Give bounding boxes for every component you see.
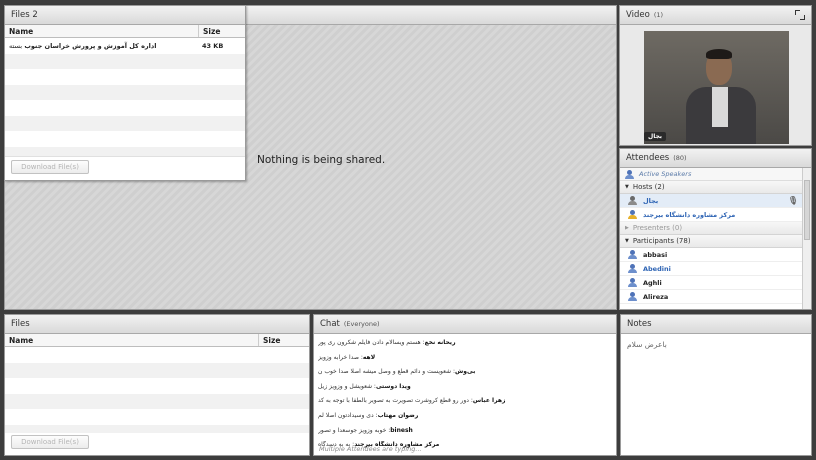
- video-count: (1): [653, 11, 664, 19]
- microphone-icon: 🎙: [787, 196, 798, 205]
- attendee-participant[interactable]: Alireza: [620, 290, 802, 304]
- participant-user-icon: [628, 250, 637, 259]
- video-speaker-label: بجال: [644, 132, 667, 141]
- download-files-button[interactable]: Download File(s): [11, 160, 89, 174]
- participant-user-icon: [628, 264, 637, 273]
- chat-messages: ریحانه نخع: هستم ویسالام دادن فایلم شکرو…: [314, 334, 616, 455]
- share-status-message: Nothing is being shared.: [257, 154, 386, 166]
- download-files-button[interactable]: Download File(s): [11, 435, 89, 449]
- hosts-group[interactable]: ▼ Hosts (2): [620, 181, 802, 194]
- files2-col-size[interactable]: Size: [199, 25, 245, 37]
- chat-message: binesh: خوبه وزویز جوسعدا و تصور: [318, 426, 413, 434]
- table-row: [5, 69, 245, 85]
- files2-table-header: Name Size: [5, 25, 245, 38]
- attendee-host-2[interactable]: مرکز مشاوره دانشگاه بیرجند: [620, 208, 802, 222]
- files2-pod: Files 2 Name Size اداره کل آموزش و پرورش…: [4, 5, 246, 181]
- notes-content[interactable]: باعرض سلام: [627, 340, 805, 349]
- video-pod-title: Video: [626, 10, 650, 20]
- attendee-participant[interactable]: abbasi: [620, 248, 802, 262]
- attendees-list: Active Speakers ▼ Hosts (2) بجال 🎙 مرکز …: [620, 168, 802, 309]
- video-pod-header: Video (1): [620, 6, 811, 25]
- table-row: [5, 84, 245, 100]
- attendee-host-1[interactable]: بجال 🎙: [620, 194, 802, 208]
- files-table-body: [5, 347, 309, 440]
- participant-user-icon: [628, 278, 637, 287]
- fullscreen-icon[interactable]: [795, 10, 805, 20]
- attendees-scrollbar[interactable]: [802, 168, 811, 309]
- meeting-room: Nothing is being shared. Files 2 Name Si…: [0, 0, 816, 460]
- chevron-down-icon: ▼: [625, 238, 629, 244]
- notes-pod-title: Notes: [627, 319, 652, 329]
- chat-message: رضوان مهتاب: دی وسیدادتون اصلا لم: [318, 411, 419, 419]
- files-pod: Files Name Size Download File(s): [4, 314, 310, 456]
- table-row: [5, 131, 245, 147]
- files2-pod-header[interactable]: Files 2: [5, 6, 245, 25]
- chat-message: ویدا دوستی: شعویشل و وزویز زیل: [318, 382, 411, 390]
- video-pod: Video (1) بجال: [619, 5, 812, 146]
- files2-table-body: اداره کل آموزش و پرورش خراسان جنوب بسته …: [5, 38, 245, 162]
- typing-indicator: Multiple Attendees are typing...: [319, 445, 422, 453]
- files-pod-header: Files: [5, 315, 309, 334]
- files-col-name[interactable]: Name: [5, 334, 259, 346]
- files-col-size[interactable]: Size: [259, 334, 309, 346]
- attendee-participant[interactable]: Abedini: [620, 262, 802, 276]
- table-row[interactable]: اداره کل آموزش و پرورش خراسان جنوب بسته …: [5, 38, 245, 54]
- attendees-pod-header: Attendees (80): [620, 149, 811, 168]
- table-row: [5, 53, 245, 69]
- attendees-pod: Attendees (80) Active Speakers ▼ Hosts (…: [619, 148, 812, 310]
- speaker-icon: [625, 169, 634, 179]
- attendee-participant[interactable]: Aghli: [620, 276, 802, 290]
- active-speakers-row[interactable]: Active Speakers: [620, 168, 802, 181]
- chat-message: بی‌وش: شعویست و دائم قطع و وصل میشه اصلا…: [318, 368, 476, 376]
- chat-message: زهرا عباس: دور رو قطع کروشرت تصویرت به ت…: [318, 397, 506, 405]
- chat-pod-title: Chat: [320, 319, 340, 329]
- notes-pod: Notes باعرض سلام: [620, 314, 812, 456]
- file-name: اداره کل آموزش و پرورش خراسان جنوب بسته: [9, 41, 157, 50]
- file-size: 43 KB: [202, 41, 224, 50]
- webcam-video[interactable]: [644, 31, 789, 144]
- chat-pod-header: Chat (Everyone): [314, 315, 616, 334]
- table-row: [5, 100, 245, 116]
- host-user-icon: [628, 210, 637, 219]
- participant-user-icon: [628, 292, 637, 301]
- files-pod-title: Files: [11, 319, 30, 329]
- host-user-icon: [628, 196, 637, 205]
- presenters-group[interactable]: ▶ Presenters (0): [620, 222, 802, 235]
- attendees-pod-title: Attendees: [626, 153, 670, 163]
- notes-pod-header: Notes: [621, 315, 811, 334]
- chevron-down-icon: ▼: [625, 184, 629, 190]
- files2-col-name[interactable]: Name: [5, 25, 199, 37]
- chat-message: ریحانه نخع: هستم ویسالام دادن فایلم شکرو…: [318, 339, 456, 346]
- table-row: [5, 115, 245, 131]
- chat-pod: Chat (Everyone) ریحانه نخع: هستم ویسالام…: [313, 314, 617, 456]
- attendees-count: (80): [673, 154, 687, 162]
- participants-group[interactable]: ▼ Participants (78): [620, 235, 802, 248]
- chevron-right-icon: ▶: [625, 225, 629, 231]
- files-table-header: Name Size: [5, 334, 309, 347]
- chat-message: لاهه: صدا خرابه وزویز: [318, 353, 376, 361]
- chat-scope: (Everyone): [343, 320, 380, 328]
- files2-pod-title: Files 2: [11, 10, 38, 20]
